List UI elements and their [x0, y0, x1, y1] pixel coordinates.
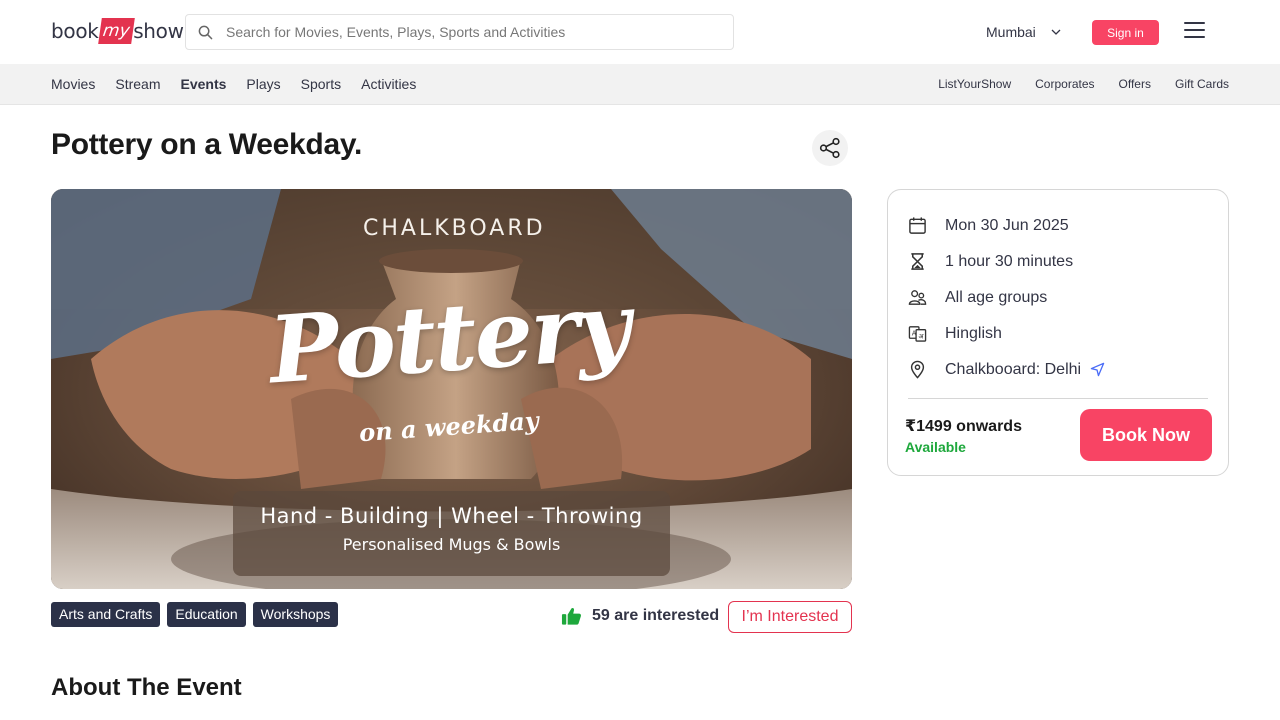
nav-plays[interactable]: Plays	[246, 76, 280, 92]
tag-list: Arts and Crafts Education Workshops	[51, 602, 345, 627]
im-interested-button[interactable]: I’m Interested	[728, 601, 852, 633]
ticket-price: ₹1499 onwards	[905, 418, 1022, 435]
share-button[interactable]	[812, 130, 848, 166]
svg-text:A: A	[912, 329, 917, 337]
event-date: Mon 30 Jun 2025	[945, 216, 1069, 234]
logo-text-my: my	[97, 18, 135, 44]
tag-arts-and-crafts[interactable]: Arts and Crafts	[51, 602, 161, 627]
age-row: All age groups	[908, 288, 1047, 307]
venue-row[interactable]: Chalkbooard: Delhi	[908, 360, 1105, 379]
availability-status: Available	[905, 439, 966, 455]
about-event-heading: About The Event	[51, 674, 242, 701]
chevron-down-icon	[1051, 29, 1061, 35]
event-duration: 1 hour 30 minutes	[945, 252, 1074, 270]
tag-workshops[interactable]: Workshops	[252, 602, 339, 627]
event-info-card: Mon 30 Jun 2025 1 hour 30 minutes All ag…	[887, 189, 1229, 476]
nav-gift-cards[interactable]: Gift Cards	[1175, 77, 1229, 91]
language-icon: Aअ	[908, 326, 927, 342]
sign-in-button[interactable]: Sign in	[1092, 20, 1159, 45]
hourglass-icon	[911, 253, 924, 270]
event-venue[interactable]: Chalkbooard: Delhi	[945, 361, 1081, 379]
location-pin-icon	[910, 360, 925, 379]
bookmyshow-logo[interactable]: book my show	[51, 14, 184, 48]
nav-events[interactable]: Events	[180, 76, 226, 92]
nav-listyourshow[interactable]: ListYourShow	[938, 77, 1011, 91]
search-bar[interactable]	[185, 14, 734, 50]
duration-row: 1 hour 30 minutes	[908, 252, 1073, 271]
nav-sports[interactable]: Sports	[301, 76, 341, 92]
calendar-icon	[909, 217, 926, 234]
nav-corporates[interactable]: Corporates	[1035, 77, 1094, 91]
navigation-arrow-icon[interactable]	[1090, 362, 1105, 377]
hamburger-menu-icon[interactable]	[1184, 22, 1205, 38]
nav-activities[interactable]: Activities	[361, 76, 416, 92]
date-row: Mon 30 Jun 2025	[908, 216, 1069, 235]
thumbs-up-icon	[561, 607, 581, 625]
city-name: Mumbai	[986, 24, 1036, 40]
card-divider	[908, 398, 1208, 399]
page-title: Pottery on a Weekday.	[51, 128, 363, 161]
banner-caption-line1: Hand - Building | Wheel - Throwing	[260, 504, 643, 528]
interest-count: 59 are interested	[561, 606, 719, 626]
share-icon	[819, 137, 840, 159]
event-language: Hinglish	[945, 324, 1002, 342]
category-nav: Movies Stream Events Plays Sports Activi…	[0, 64, 1280, 105]
banner-caption-line2: Personalised Mugs & Bowls	[342, 535, 561, 554]
tag-education[interactable]: Education	[167, 602, 246, 627]
top-header: book my show Mumbai Sign in	[0, 0, 1280, 64]
nav-offers[interactable]: Offers	[1119, 77, 1151, 91]
city-selector[interactable]: Mumbai	[986, 24, 1062, 40]
nav-movies[interactable]: Movies	[51, 76, 95, 92]
event-age: All age groups	[945, 288, 1048, 306]
nav-stream[interactable]: Stream	[115, 76, 160, 92]
logo-text-book: book	[51, 19, 99, 43]
book-now-button[interactable]: Book Now	[1080, 409, 1212, 461]
event-banner: CHALKBOARD Pottery on a weekday Hand - B…	[51, 189, 852, 589]
people-icon	[908, 290, 927, 305]
banner-caption-box: Hand - Building | Wheel - Throwing Perso…	[233, 491, 670, 576]
logo-text-show: show	[133, 19, 184, 43]
banner-brand: CHALKBOARD	[363, 216, 546, 241]
language-row: Aअ Hinglish	[908, 324, 1002, 343]
search-icon	[198, 25, 213, 39]
search-input[interactable]	[226, 24, 706, 40]
interest-count-text: 59 are interested	[592, 607, 720, 624]
